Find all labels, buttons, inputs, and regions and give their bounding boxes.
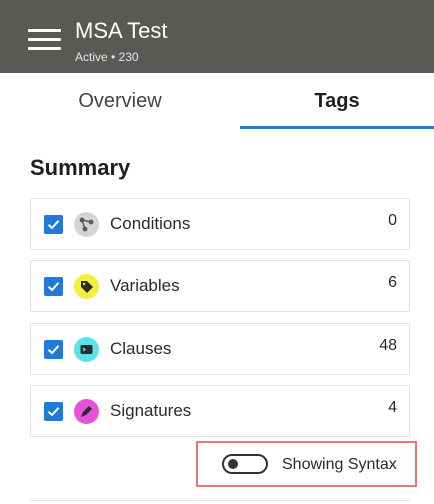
tag-type-row-variables[interactable]: Variables 6 bbox=[30, 260, 410, 312]
conditions-icon bbox=[74, 212, 99, 237]
tags-panel: MSA Test Active • 230 Overview Tags Summ… bbox=[0, 0, 434, 504]
tag-icon bbox=[81, 281, 93, 293]
clauses-icon bbox=[74, 337, 99, 362]
tab-bar: Overview Tags bbox=[0, 73, 434, 129]
signatures-checkbox[interactable] bbox=[44, 402, 63, 421]
variables-checkbox[interactable] bbox=[44, 277, 63, 296]
summary-heading: Summary bbox=[30, 155, 131, 180]
conditions-count: 0 bbox=[388, 212, 397, 229]
branch-icon bbox=[79, 217, 94, 232]
selected-tab-indicator bbox=[240, 126, 434, 129]
checkmark-icon bbox=[47, 220, 60, 230]
variables-icon bbox=[74, 274, 99, 299]
variables-count: 6 bbox=[388, 274, 397, 291]
tab-overview[interactable]: Overview bbox=[30, 73, 210, 129]
menu-line bbox=[28, 47, 61, 50]
tag-type-row-conditions[interactable]: Conditions 0 bbox=[30, 198, 410, 250]
variables-label: Variables bbox=[110, 276, 180, 295]
showing-syntax-toggle[interactable] bbox=[222, 454, 268, 474]
tab-tags[interactable]: Tags bbox=[240, 73, 434, 129]
conditions-checkbox[interactable] bbox=[44, 215, 63, 234]
toggle-knob bbox=[228, 459, 238, 469]
hamburger-menu-icon[interactable] bbox=[28, 29, 61, 51]
syntax-toggle-highlight: Showing Syntax bbox=[196, 441, 417, 487]
text-block-icon bbox=[80, 345, 93, 354]
signatures-count: 4 bbox=[388, 399, 397, 416]
tag-type-row-clauses[interactable]: Clauses 48 bbox=[30, 323, 410, 375]
next-section-edge bbox=[30, 500, 410, 504]
clauses-checkbox[interactable] bbox=[44, 340, 63, 359]
document-status: Active • 230 bbox=[75, 50, 139, 64]
signatures-icon bbox=[74, 399, 99, 424]
showing-syntax-label: Showing Syntax bbox=[282, 456, 397, 473]
document-title: MSA Test bbox=[75, 18, 168, 43]
menu-line bbox=[28, 38, 61, 41]
checkmark-icon bbox=[47, 345, 60, 355]
clauses-label: Clauses bbox=[110, 339, 172, 358]
header-bar: MSA Test Active • 230 bbox=[0, 0, 434, 73]
signatures-label: Signatures bbox=[110, 401, 192, 420]
checkmark-icon bbox=[47, 282, 60, 292]
tag-type-row-signatures[interactable]: Signatures 4 bbox=[30, 385, 410, 437]
clauses-count: 48 bbox=[379, 337, 397, 354]
checkmark-icon bbox=[47, 407, 60, 417]
menu-line bbox=[28, 29, 61, 32]
pen-icon bbox=[81, 406, 92, 417]
conditions-label: Conditions bbox=[110, 214, 191, 233]
